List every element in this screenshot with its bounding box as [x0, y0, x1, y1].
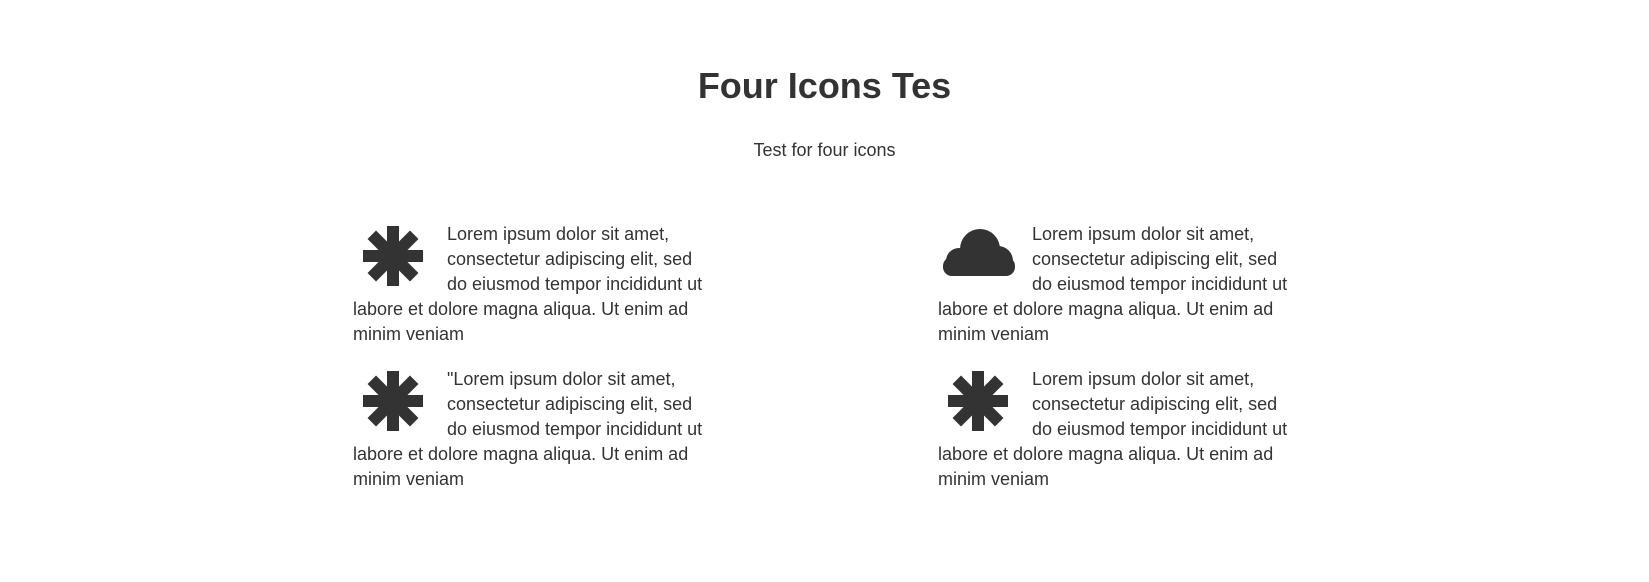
feature-item: Lorem ipsum dolor sit amet, consectetur …	[938, 367, 1290, 492]
asterisk-icon	[938, 369, 1018, 435]
cloud-icon	[938, 224, 1018, 290]
asterisk-icon	[353, 369, 433, 435]
page: Four Icons Tes Test for four icons Lorem…	[0, 0, 1649, 582]
feature-item: Lorem ipsum dolor sit amet, consectetur …	[938, 222, 1290, 347]
page-subtitle: Test for four icons	[753, 140, 896, 160]
page-title: Four Icons Tes	[697, 65, 952, 106]
feature-item: "Lorem ipsum dolor sit amet, consectetur…	[353, 367, 705, 492]
asterisk-icon	[353, 224, 433, 290]
feature-item: Lorem ipsum dolor sit amet, consectetur …	[353, 222, 705, 347]
